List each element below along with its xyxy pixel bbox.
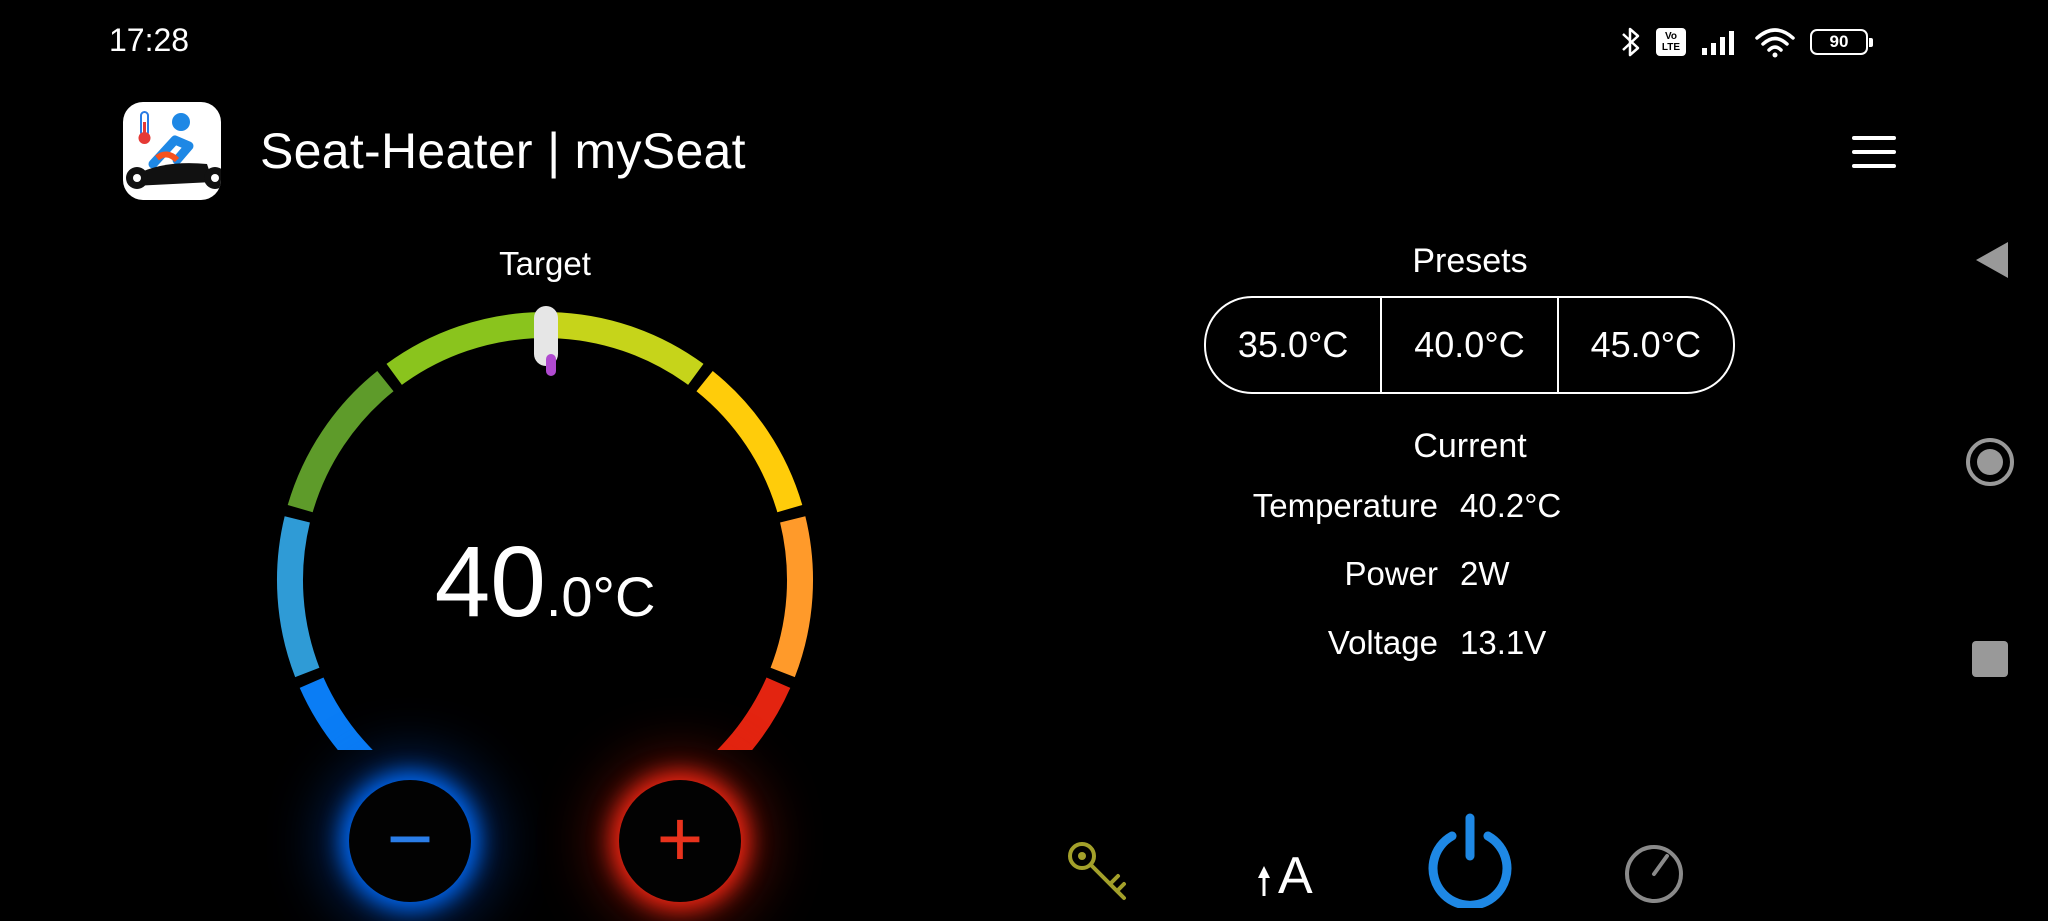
- hamburger-icon-line: [1852, 136, 1896, 140]
- app-icon: [123, 102, 221, 200]
- auto-brightness-button[interactable]: A: [1252, 842, 1322, 905]
- gauge-segment: [299, 677, 373, 750]
- minus-icon: −: [386, 794, 434, 883]
- wifi-icon: [1755, 28, 1795, 58]
- volte-icon: Vo LTE: [1656, 28, 1686, 56]
- battery-level: 90: [1829, 32, 1849, 51]
- voltage-value: 13.1V: [1460, 624, 1547, 661]
- gauge-segment: [550, 312, 704, 385]
- temperature-row: Temperature 40.2°C: [1150, 487, 1750, 525]
- hamburger-icon-line: [1852, 164, 1896, 168]
- key-icon[interactable]: [1062, 834, 1142, 914]
- presets-label: Presets: [1412, 242, 1528, 280]
- target-temp-integer: 40: [434, 526, 546, 638]
- decrease-button[interactable]: −: [349, 780, 471, 902]
- battery-icon: 90: [1810, 29, 1873, 55]
- menu-button[interactable]: [1852, 136, 1896, 168]
- target-temperature-readout: 40.0°C: [345, 525, 745, 640]
- temperature-value: 40.2°C: [1460, 487, 1562, 524]
- gauge-segment: [770, 516, 813, 678]
- temperature-dial[interactable]: [260, 290, 830, 750]
- gauge-segment: [386, 312, 540, 385]
- signal-icon: [1702, 31, 1734, 55]
- status-icons: Vo LTE 90: [1620, 22, 1873, 62]
- increase-button[interactable]: +: [619, 780, 741, 902]
- target-temp-decimal: .0: [545, 565, 593, 628]
- presets-segmented-control: 35.0°C 40.0°C 45.0°C: [1204, 296, 1735, 394]
- gauge-segment: [717, 677, 791, 750]
- nav-home-icon[interactable]: [1965, 437, 2015, 487]
- gauge-segment: [287, 370, 394, 513]
- target-temp-unit: °C: [592, 565, 656, 628]
- power-value: 2W: [1460, 555, 1510, 592]
- nav-recents-icon[interactable]: [1972, 641, 2008, 677]
- plus-icon: +: [656, 794, 704, 883]
- auto-letter: A: [1278, 847, 1313, 905]
- voltage-row: Voltage 13.1V: [1150, 624, 1750, 662]
- voltage-label: Voltage: [1327, 624, 1438, 661]
- hamburger-icon-line: [1852, 150, 1896, 154]
- preset-35[interactable]: 35.0°C: [1206, 298, 1380, 392]
- arrow-up-icon: [1258, 866, 1270, 896]
- preset-40[interactable]: 40.0°C: [1380, 298, 1556, 392]
- volte-bottom: LTE: [1661, 42, 1681, 53]
- power-icon[interactable]: [1422, 812, 1518, 908]
- status-time: 17:28: [109, 22, 190, 58]
- app-title: Seat-Heater | mySeat: [260, 123, 746, 179]
- bluetooth-icon: [1622, 27, 1640, 57]
- nav-back-icon[interactable]: [1972, 238, 2012, 282]
- gauge-segment: [277, 516, 320, 678]
- volte-top: Vo: [1664, 31, 1678, 42]
- power-row: Power 2W: [1150, 555, 1750, 593]
- timer-icon[interactable]: [1614, 834, 1694, 914]
- power-label: Power: [1344, 555, 1438, 592]
- current-label: Current: [1413, 427, 1527, 465]
- temperature-label: Temperature: [1252, 487, 1438, 524]
- preset-45[interactable]: 45.0°C: [1556, 298, 1733, 392]
- target-label: Target: [499, 245, 591, 282]
- gauge-segment: [696, 370, 803, 513]
- target-slider-handle[interactable]: [534, 306, 558, 376]
